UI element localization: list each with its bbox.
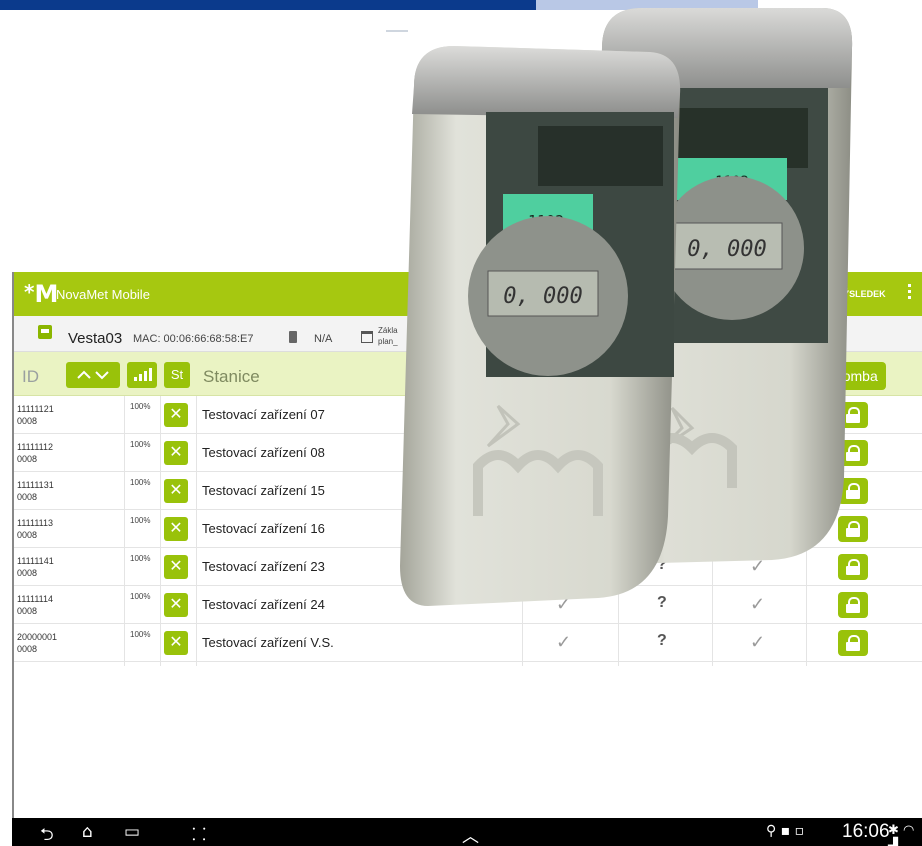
home-icon[interactable]: ⌂ xyxy=(82,822,93,842)
row-station-name: Testovací zařízení 24 xyxy=(202,597,325,612)
divider xyxy=(386,30,408,32)
row-station-name: Testovací zařízení 16 xyxy=(202,521,325,536)
overflow-menu-icon[interactable] xyxy=(908,284,912,304)
status-sort-button[interactable]: St xyxy=(164,362,190,388)
status-close-icon[interactable]: ✕ xyxy=(164,403,188,427)
row-station-name: Testovací zařízení 23 xyxy=(202,559,325,574)
meter-display: 0, 000 xyxy=(503,284,582,309)
status-close-icon[interactable]: ✕ xyxy=(164,593,188,617)
calendar-icon xyxy=(361,331,373,343)
table-row[interactable]: 20000001 0008 100% ✕ Testovací zařízení V… xyxy=(12,624,922,662)
lock-icon[interactable] xyxy=(838,592,868,618)
row-signal: 100% xyxy=(130,440,151,449)
sort-button[interactable] xyxy=(66,362,120,388)
row-check-icon: ✓ xyxy=(750,632,766,652)
row-id: 11111114 0008 xyxy=(17,594,54,616)
row-signal: 100% xyxy=(130,554,151,563)
row-id: 11111112 0008 xyxy=(17,442,54,464)
row-signal: 100% xyxy=(130,402,151,411)
row-signal: 100% xyxy=(130,478,151,487)
lock-icon[interactable] xyxy=(838,630,868,656)
row-signal: 100% xyxy=(130,516,151,525)
row-signal: 100% xyxy=(130,592,151,601)
battery-status: N/A xyxy=(314,333,333,345)
status-close-icon[interactable]: ✕ xyxy=(164,479,188,503)
row-check-icon: ✓ xyxy=(750,594,766,614)
device-name: Vesta03 xyxy=(68,330,123,347)
clock: 16:06 xyxy=(842,821,890,842)
row-check-icon: ✓ xyxy=(556,632,572,652)
system-navigation-bar: ⮌ ⌂ ▭ ⸬ ︿ ⚲ ▪ ▫ 16:06 ✱ ◠ ▟ xyxy=(12,818,922,846)
row-station-name: Testovací zařízení 07 xyxy=(202,407,325,422)
status-close-icon[interactable]: ✕ xyxy=(164,555,188,579)
row-station-name: Testovací zařízení 08 xyxy=(202,445,325,460)
battery-icon xyxy=(289,331,297,343)
status-icons: ⚲ ▪ ▫ xyxy=(766,823,805,839)
chevron-up-down-icon xyxy=(77,370,109,380)
row-station-name: Testovací zařízení 15 xyxy=(202,483,325,498)
app-logo: *M xyxy=(24,280,59,308)
row-station-name: Testovací zařízení V.S. xyxy=(202,635,334,650)
meter-device-front: 1102 0, 000 xyxy=(388,46,684,608)
header-stanice[interactable]: Stanice xyxy=(203,367,260,387)
top-blue-bar xyxy=(0,0,536,10)
screen-edge xyxy=(12,272,14,818)
row-id: 11111141 0008 xyxy=(17,556,54,578)
row-id: 20000001 0008 xyxy=(17,632,58,654)
status-close-icon[interactable]: ✕ xyxy=(164,631,188,655)
screenshot-icon[interactable]: ⸬ xyxy=(192,822,206,845)
connectivity-icons: ✱ ◠ ▟ xyxy=(888,823,915,846)
row-id: 11111113 0008 xyxy=(17,518,54,540)
row-id: 11111131 0008 xyxy=(17,480,54,502)
header-id[interactable]: ID xyxy=(22,367,39,387)
device-icon xyxy=(38,325,52,339)
mac-address: MAC: 00:06:66:68:58:E7 xyxy=(133,333,254,345)
row-id: 11111121 0008 xyxy=(17,404,54,426)
row-signal: 100% xyxy=(130,630,151,639)
status-close-icon[interactable]: ✕ xyxy=(164,517,188,541)
app-title: NovaMet Mobile xyxy=(56,287,150,302)
chevron-up-icon[interactable]: ︿ xyxy=(462,822,479,846)
recent-apps-icon[interactable]: ▭ xyxy=(124,822,140,842)
signal-sort-button[interactable] xyxy=(127,362,157,388)
row-unknown-status: ? xyxy=(657,632,667,649)
status-close-icon[interactable]: ✕ xyxy=(164,441,188,465)
meter-display: 0, 000 xyxy=(687,237,766,262)
back-icon[interactable]: ⮌ xyxy=(40,822,54,846)
